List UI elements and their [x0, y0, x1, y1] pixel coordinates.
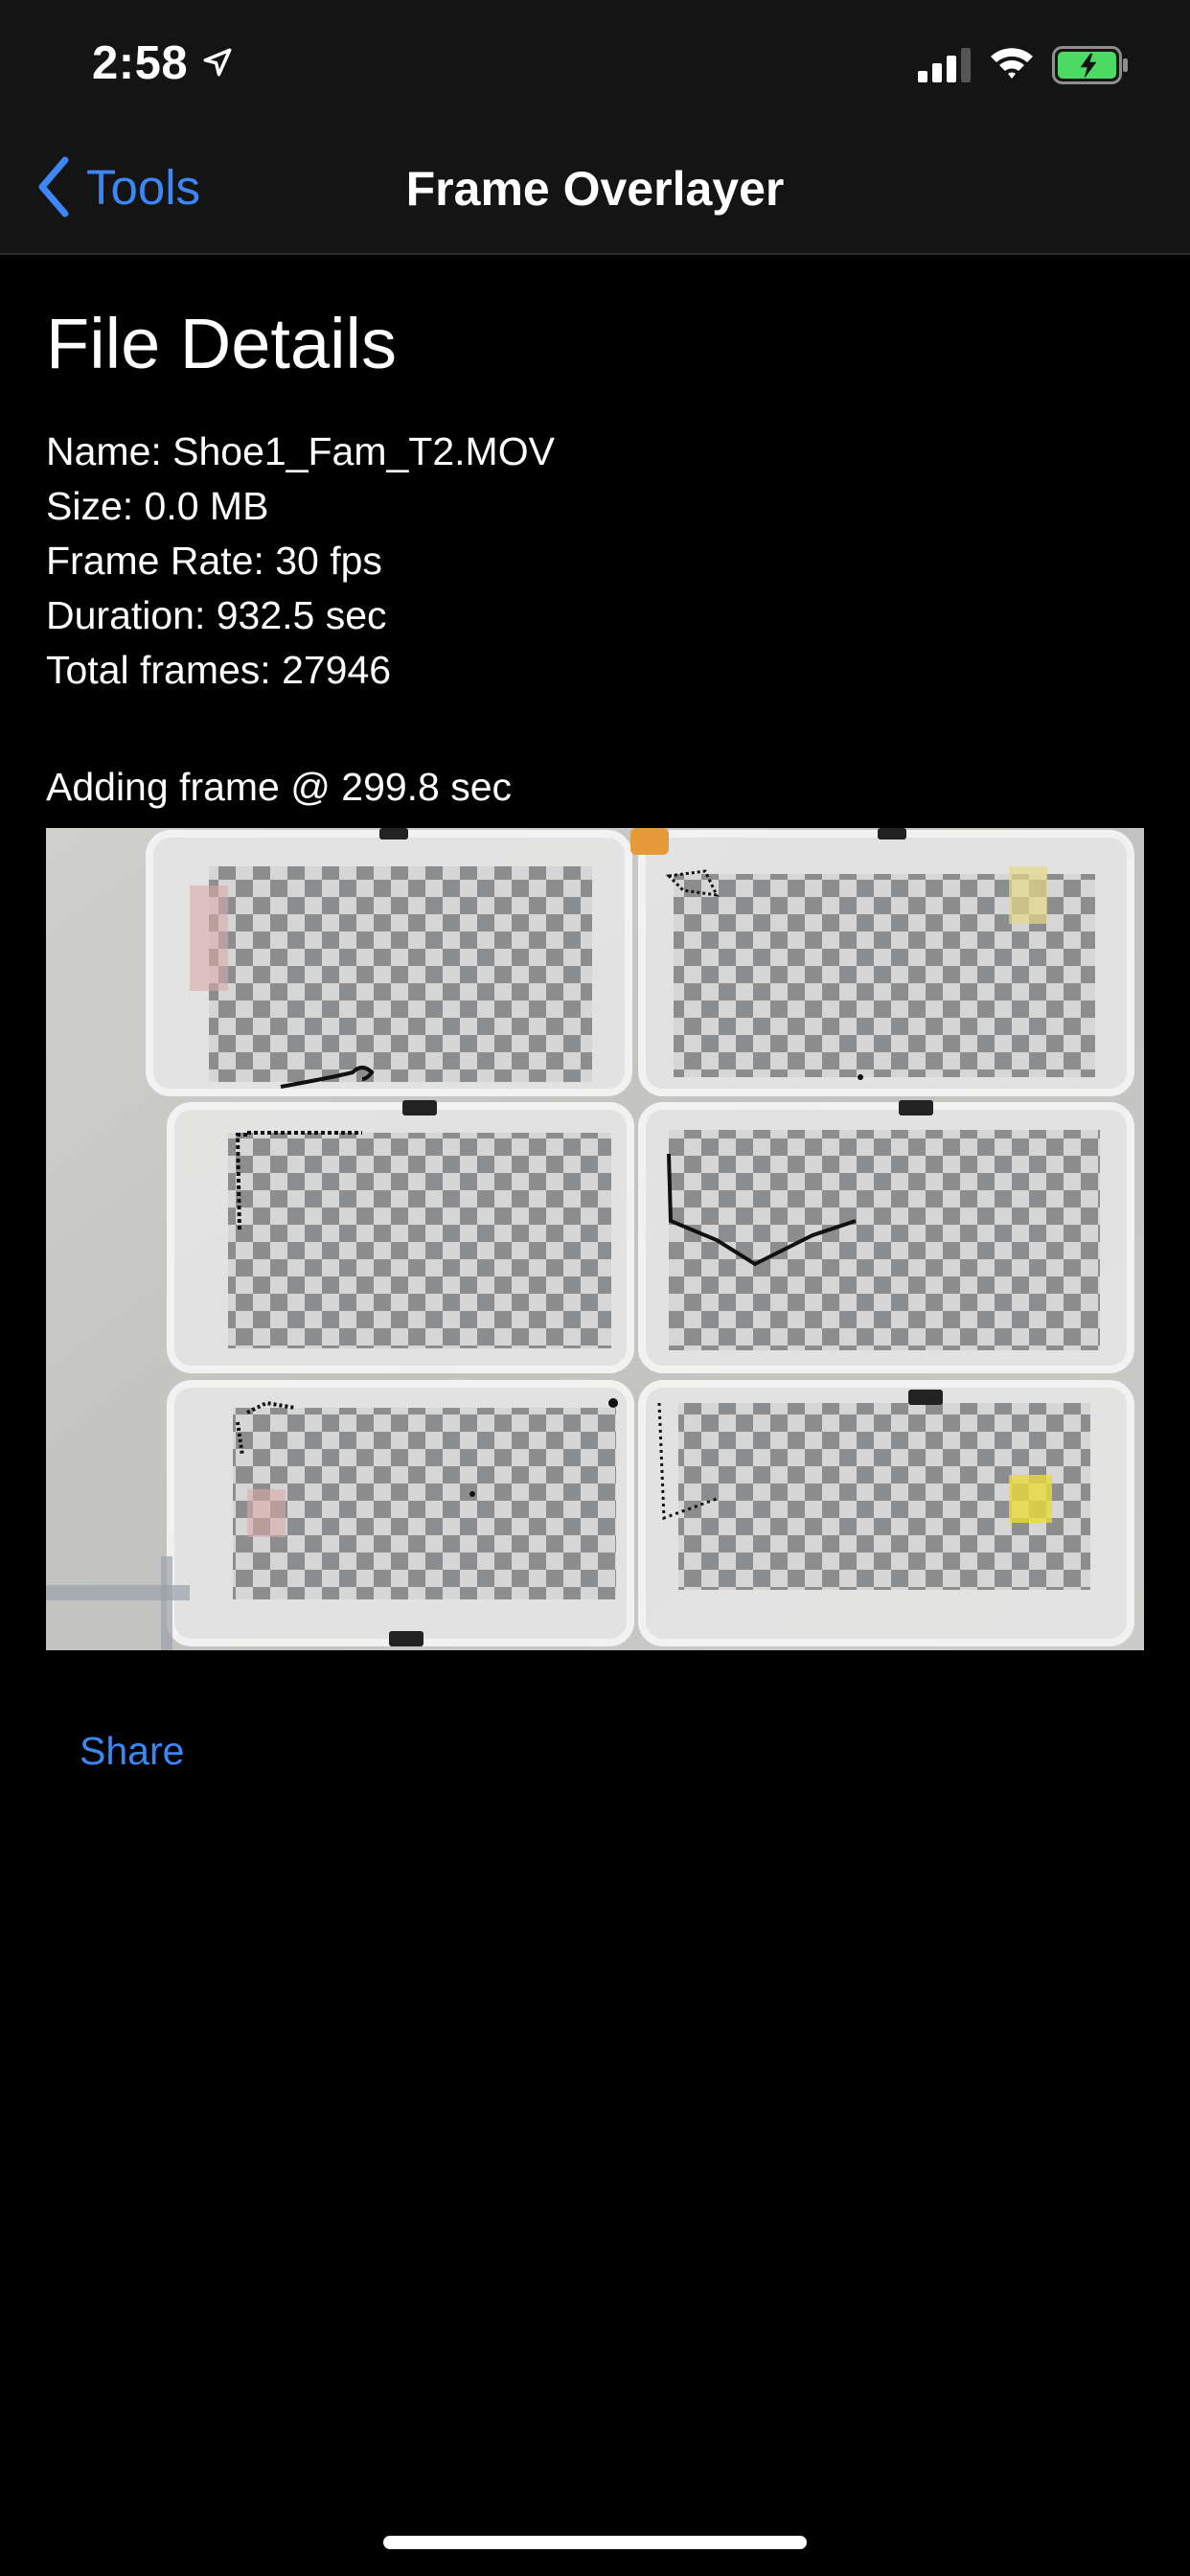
duration-text: Duration: 932.5 sec — [46, 593, 387, 637]
total-frames-text: Total frames: 27946 — [46, 648, 392, 692]
status-bar: 2:58 — [0, 0, 1190, 126]
wifi-icon — [991, 48, 1033, 79]
location-arrow-icon — [203, 48, 232, 77]
file-name-text: Name: Shoe1_Fam_T2.MOV — [46, 429, 555, 473]
home-indicator[interactable] — [383, 2536, 807, 2549]
battery-charging-icon — [1052, 46, 1128, 84]
adding-frame-status: Adding frame @ 299.8 sec — [46, 765, 513, 809]
overlay-frame-image — [46, 828, 1144, 1650]
file-details-heading: File Details — [46, 304, 397, 383]
file-size-text: Size: 0.0 MB — [46, 484, 269, 528]
share-button[interactable]: Share — [80, 1729, 184, 1774]
page-title: Frame Overlayer — [405, 162, 785, 216]
navigation-bar: Tools Frame Overlayer — [0, 126, 1190, 255]
frame-rate-text: Frame Rate: 30 fps — [46, 539, 382, 583]
cellular-signal-icon — [918, 48, 971, 82]
status-time: 2:58 — [92, 37, 189, 89]
